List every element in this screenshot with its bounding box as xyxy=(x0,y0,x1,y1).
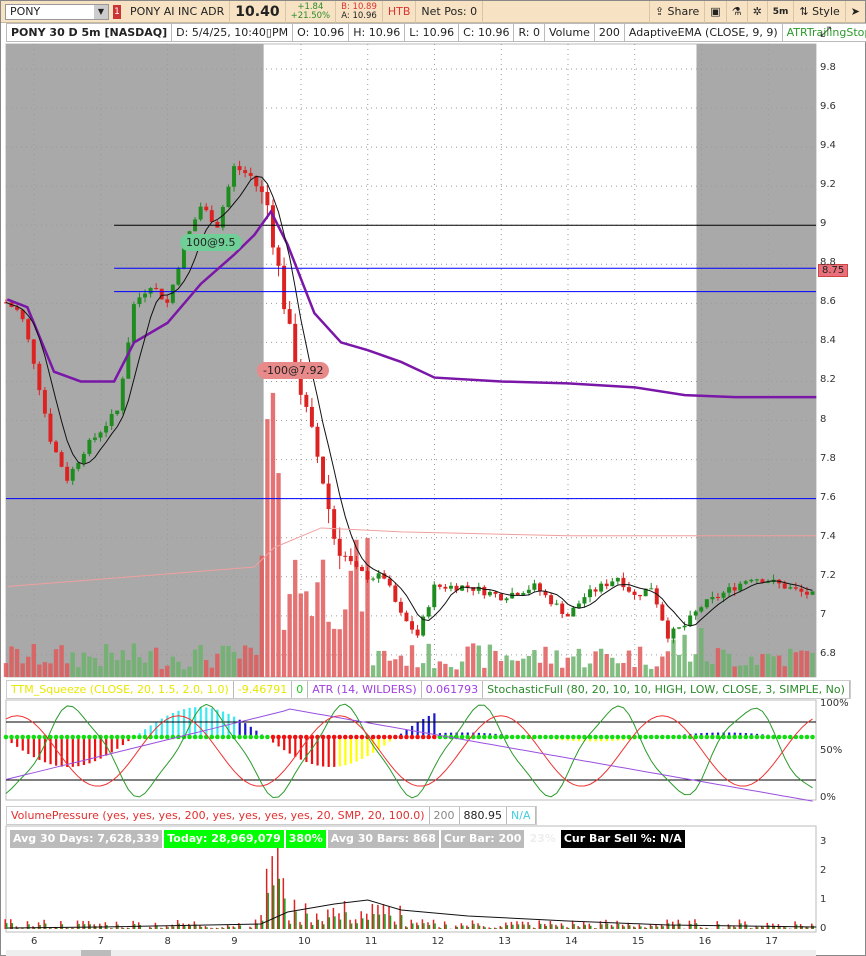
expand-icon[interactable]: ⤢ xyxy=(820,24,831,40)
price-tick: 9.6 xyxy=(820,101,836,113)
share-icon: ⇪ xyxy=(654,5,668,18)
last-price: 10.40 xyxy=(230,0,286,23)
vp-value-1: 200 xyxy=(430,807,460,824)
symbol-selector[interactable]: PONY ▼ xyxy=(5,3,109,20)
share-label: Share xyxy=(667,5,700,18)
price-tick: 7.4 xyxy=(820,530,836,542)
price-tick: 7 xyxy=(820,608,827,620)
chart-title: PONY 30 D 5m [NASDAQ] xyxy=(7,24,173,41)
squeeze-value: -9.46791 xyxy=(234,681,293,698)
bar-open: O: 10.96 xyxy=(293,24,350,41)
axis-0: 0% xyxy=(820,792,836,803)
net-position: Net Pos: 0 xyxy=(416,0,484,23)
time-tick: 10 xyxy=(298,936,311,947)
vp-value-3: N/A xyxy=(507,807,536,824)
price-tick: 9.2 xyxy=(820,179,836,191)
horizontal-scrollbar[interactable] xyxy=(6,950,816,956)
study-legend-2: VolumePressure (yes, yes, yes, 200, yes,… xyxy=(6,806,537,825)
atr-label[interactable]: ATR (14, WILDERS) xyxy=(308,681,422,698)
chevron-down-icon[interactable]: ▼ xyxy=(94,4,108,19)
vp-axis-1: 1 xyxy=(820,894,827,905)
today-volume: Today: 28,969,079 xyxy=(164,830,284,848)
volume-value: 200 xyxy=(595,24,625,41)
symbol-text: PONY xyxy=(10,5,41,18)
price-tick: 7.8 xyxy=(820,452,836,464)
time-tick: 13 xyxy=(498,936,511,947)
atr-value: 0.061793 xyxy=(422,681,484,698)
bar-high: H: 10.96 xyxy=(349,24,406,41)
avg-30-days: Avg 30 Days: 7,628,339 xyxy=(10,830,163,848)
share-button[interactable]: ⇪ Share xyxy=(648,0,706,23)
time-tick: 15 xyxy=(631,936,645,947)
time-tick: 7 xyxy=(97,936,105,947)
study-legend-1: TTM_Squeeze (CLOSE, 20, 1.5, 2.0, 1.0) -… xyxy=(6,680,851,699)
cursor-button[interactable]: ➤ xyxy=(846,1,865,23)
stochastic-label[interactable]: StochasticFull (80, 20, 10, 10, HIGH, LO… xyxy=(483,681,850,698)
studies-button[interactable]: ⚗ xyxy=(727,0,748,23)
time-tick: 16 xyxy=(698,936,712,947)
squeeze-label[interactable]: TTM_Squeeze (CLOSE, 20, 1.5, 2.0, 1.0) xyxy=(7,681,234,698)
time-tick: 12 xyxy=(431,936,445,947)
bar-date: D: 5/4/25, 10:40▯PM xyxy=(172,24,294,41)
alert-badge[interactable]: 1 xyxy=(113,4,121,19)
drawing-icon: ▣ xyxy=(710,5,721,18)
axis-50: 50% xyxy=(820,745,843,756)
style-button[interactable]: ⇅ Style xyxy=(794,0,846,23)
bar-range: R: 0 xyxy=(514,24,545,41)
vp-axis-0: 0 xyxy=(820,923,827,934)
time-tick: 8 xyxy=(164,936,171,947)
price-tick: 8.4 xyxy=(820,335,836,347)
gear-icon: ✲ xyxy=(752,5,762,18)
drawings-button[interactable]: ▣ xyxy=(705,0,727,23)
time-tick: 14 xyxy=(565,936,578,947)
settings-button[interactable]: ✲ xyxy=(748,0,768,23)
timeframe-button[interactable]: 5m xyxy=(768,0,795,23)
price-tick: 9 xyxy=(820,218,827,230)
time-tick: 17 xyxy=(765,936,778,947)
cursor-icon: ➤ xyxy=(850,5,860,18)
cur-bar: Cur Bar: 200 xyxy=(440,830,525,848)
price-tick: 9.8 xyxy=(820,62,836,73)
scrollbar-thumb[interactable] xyxy=(81,950,111,956)
ema-study-label[interactable]: AdaptiveEMA (CLOSE, 9, 9) xyxy=(625,24,783,41)
price-tick: 7.6 xyxy=(820,491,836,503)
price-tick: 8 xyxy=(820,413,827,425)
company-name: PONY AI INC ADR xyxy=(125,0,231,23)
toolbar: PONY ▼ 1 PONY AI INC ADR 10.40 +1.84 +21.5… xyxy=(1,0,865,23)
ask: A: 10.96 xyxy=(341,10,377,21)
cur-bar-sell-pct: Cur Bar Sell %: N/A xyxy=(560,830,685,848)
chart-info-bar: PONY 30 D 5m [NASDAQ] D: 5/4/25, 10:40▯P… xyxy=(6,23,866,42)
axis-100: 100% xyxy=(820,698,849,709)
style-icon: ⇅ xyxy=(799,5,813,18)
cur-bar-pct: 23% xyxy=(529,832,556,845)
volume-pressure-label[interactable]: VolumePressure (yes, yes, yes, 200, yes,… xyxy=(7,807,430,824)
squeeze-zero: 0 xyxy=(292,681,309,698)
today-pct: 380% xyxy=(285,830,326,848)
avg-30-bars: Avg 30 Bars: 868 xyxy=(327,830,439,848)
buy-order-label[interactable]: 100@9.5 xyxy=(180,234,242,251)
bar-close: C: 10.96 xyxy=(459,24,515,41)
time-tick: 6 xyxy=(31,936,38,947)
change-pct: +21.50% xyxy=(290,10,331,21)
price-tick: 7.2 xyxy=(820,569,836,581)
price-tick: 8.2 xyxy=(820,374,836,386)
vp-axis-3: 3 xyxy=(820,836,827,847)
vp-axis-2: 2 xyxy=(820,865,827,876)
volume-stats: Avg 30 Days: 7,628,339 Today: 28,969,079… xyxy=(10,830,685,848)
style-label: Style xyxy=(812,5,840,18)
flask-icon: ⚗ xyxy=(731,5,742,18)
volume-label: Volume xyxy=(545,24,595,41)
price-tick: 8.8 xyxy=(820,257,836,269)
price-tick: 8.6 xyxy=(820,296,836,308)
sell-order-label[interactable]: -100@7.92 xyxy=(257,362,330,379)
vp-value-2: 880.95 xyxy=(460,807,508,824)
price-tick: 9.4 xyxy=(820,140,836,152)
price-tick: 6.8 xyxy=(820,647,836,659)
bar-low: L: 10.96 xyxy=(405,24,460,41)
time-tick: 11 xyxy=(364,936,378,947)
time-tick: 9 xyxy=(231,936,238,947)
htb-badge: HTB xyxy=(383,0,417,23)
